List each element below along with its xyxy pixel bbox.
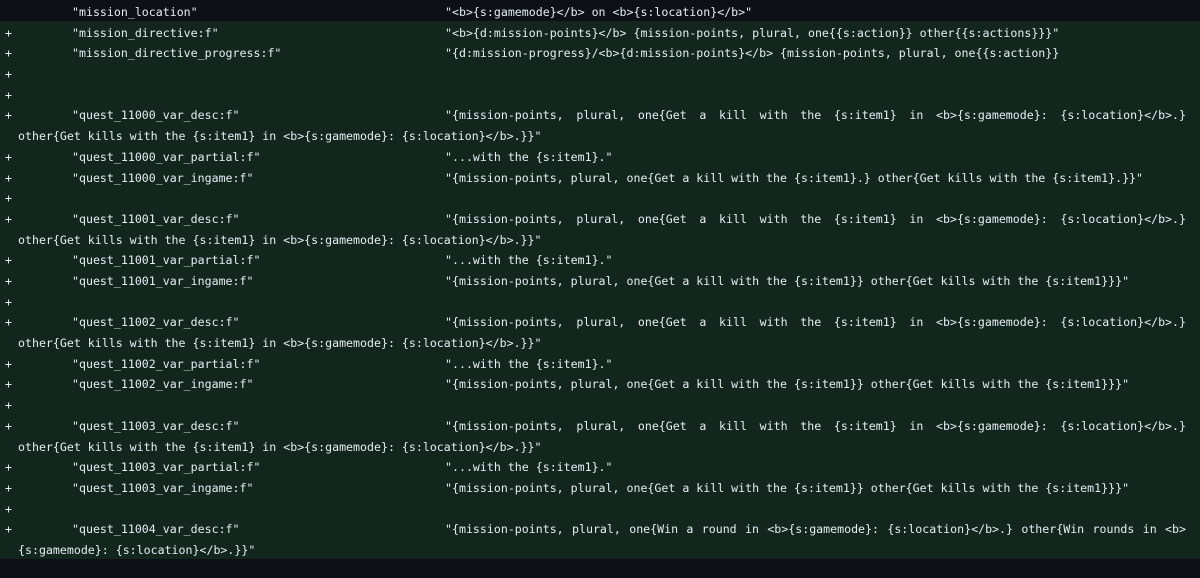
string-key: "quest_11002_var_desc:f" xyxy=(72,315,240,330)
string-value: "{mission-points, plural, one{Get a kill… xyxy=(445,170,1144,185)
diff-marker: + xyxy=(5,356,12,371)
diff-marker: + xyxy=(5,294,12,309)
diff-line-added: + "quest_11002_var_partial:f" "...with the… xyxy=(0,351,1200,375)
string-key: "quest_11001_var_ingame:f" xyxy=(72,273,254,288)
diff-line-content: "quest_11000_var_ingame:f" "{mission-poin… xyxy=(18,168,1186,189)
diff-marker: + xyxy=(5,211,12,226)
diff-line-added: + "quest_11002_var_ingame:f" "{mission-poi… xyxy=(0,372,1200,395)
diff-line-content: "quest_11004_var_desc:f" "{mission-points… xyxy=(18,519,1186,560)
string-key: "quest_11002_var_partial:f" xyxy=(72,356,261,371)
string-value: "<b>{d:mission-points}</b> {mission-poin… xyxy=(445,25,1060,40)
diff-line-content xyxy=(18,188,1186,209)
string-key: "quest_11002_var_ingame:f" xyxy=(72,377,254,392)
diff-line-content: "mission_location" "<b>{s:gamemode}</b> o… xyxy=(18,2,1186,23)
diff-line-added: + "quest_11001_var_partial:f" "...with the… xyxy=(0,248,1200,269)
string-key: "quest_11001_var_partial:f" xyxy=(72,253,261,268)
string-key: "quest_11003_var_ingame:f" xyxy=(72,480,254,495)
diff-marker: + xyxy=(5,149,12,164)
diff-line-added: + "quest_11002_var_desc:f" "{mission-point… xyxy=(0,310,1200,353)
diff-line-added: + "quest_11003_var_desc:f" "{mission-point… xyxy=(0,413,1200,457)
diff-line-context: "mission_location" "<b>{s:gamemode}</b> o… xyxy=(0,0,1200,21)
string-key: "quest_11000_var_desc:f" xyxy=(72,108,240,123)
string-key: "quest_11000_var_ingame:f" xyxy=(72,170,254,185)
string-key: "mission_location" xyxy=(72,5,198,19)
diff-marker: + xyxy=(5,108,12,123)
diff-line-content: "quest_11002_var_desc:f" "{mission-points… xyxy=(18,312,1186,353)
diff-marker: + xyxy=(5,522,12,537)
diff-marker: + xyxy=(5,191,12,206)
string-key: "mission_directive:f" xyxy=(72,25,219,40)
string-key: "quest_11003_var_desc:f" xyxy=(72,418,240,433)
diff-line-added: + xyxy=(0,289,1200,313)
diff-line-content xyxy=(18,499,1186,520)
diff-line-content: "quest_11001_var_partial:f" "...with the … xyxy=(18,250,1186,271)
diff-marker: + xyxy=(5,46,12,61)
string-value: "...with the {s:item1}." xyxy=(445,149,613,164)
diff-marker: + xyxy=(5,418,12,433)
diff-line-added: + xyxy=(0,186,1200,207)
diff-marker: + xyxy=(5,253,12,268)
diff-line-added: + "quest_11001_var_ingame:f" "{mission-poi… xyxy=(0,268,1200,292)
diff-marker: + xyxy=(5,460,12,475)
diff-line-added: + xyxy=(0,393,1200,414)
diff-line-added: + "quest_11000_var_desc:f" "{mission-point… xyxy=(0,103,1200,146)
diff-line-content: "mission_directive:f" "<b>{d:mission-poin… xyxy=(18,23,1186,44)
diff-line-added: + "quest_11004_var_desc:f" "{mission-point… xyxy=(0,517,1200,560)
string-key: "quest_11001_var_desc:f" xyxy=(72,211,240,226)
diff-line-added: + xyxy=(0,82,1200,106)
diff-line-added: + "quest_11003_var_ingame:f" "{mission-poi… xyxy=(0,475,1200,499)
diff-marker: + xyxy=(5,170,12,185)
diff-line-added: + xyxy=(0,496,1200,520)
string-key: "quest_11000_var_partial:f" xyxy=(72,149,261,164)
diff-marker: + xyxy=(5,315,12,330)
diff-line-content: "quest_11000_var_partial:f" "...with the … xyxy=(18,147,1186,168)
diff-line-added: + "quest_11000_var_ingame:f" "{mission-poi… xyxy=(0,165,1200,189)
string-value: "<b>{s:gamemode}</b> on <b>{s:location}<… xyxy=(445,5,753,19)
diff-marker: + xyxy=(5,480,12,495)
diff-line-content: "quest_11001_var_ingame:f" "{mission-poin… xyxy=(18,271,1186,292)
string-value: "...with the {s:item1}." xyxy=(445,460,613,475)
diff-line-content: "quest_11003_var_partial:f" "...with the … xyxy=(18,457,1186,478)
string-key: "mission_directive_progress:f" xyxy=(72,46,282,61)
diff-line-content xyxy=(18,395,1186,416)
diff-marker: + xyxy=(5,87,12,102)
diff-marker: + xyxy=(5,398,12,413)
diff-line-content xyxy=(18,64,1186,85)
diff-line-added: + "quest_11000_var_partial:f" "...with the… xyxy=(0,144,1200,168)
string-value: "{mission-points, plural, one{Get a kill… xyxy=(445,377,1130,392)
diff-marker: + xyxy=(5,377,12,392)
string-key: "quest_11004_var_desc:f" xyxy=(72,522,240,537)
diff-line-content: "quest_11001_var_desc:f" "{mission-points… xyxy=(18,209,1186,250)
diff-line-content: "quest_11002_var_ingame:f" "{mission-poin… xyxy=(18,374,1186,395)
diff-line-content: "quest_11000_var_desc:f" "{mission-points… xyxy=(18,105,1186,146)
diff-marker: + xyxy=(5,25,12,40)
diff-line-added: + "mission_directive_progress:f" "{d:missi… xyxy=(0,41,1200,81)
diff-marker: + xyxy=(5,67,12,82)
string-value: "{mission-points, plural, one{Get a kill… xyxy=(445,480,1130,495)
diff-line-added: + "quest_11001_var_desc:f" "{mission-point… xyxy=(0,206,1200,250)
string-value: "{mission-points, plural, one{Get a kill… xyxy=(445,273,1130,288)
string-value: "...with the {s:item1}." xyxy=(445,253,613,268)
string-key: "quest_11003_var_partial:f" xyxy=(72,460,261,475)
string-value: "...with the {s:item1}." xyxy=(445,356,613,371)
diff-line-content: "quest_11003_var_ingame:f" "{mission-poin… xyxy=(18,478,1186,499)
diff-line-content xyxy=(18,292,1186,313)
diff-line-content: "quest_11002_var_partial:f" "...with the … xyxy=(18,354,1186,375)
diff-marker: + xyxy=(5,273,12,288)
diff-line-content: "quest_11003_var_desc:f" "{mission-points… xyxy=(18,416,1186,457)
diff-marker: + xyxy=(5,501,12,516)
diff-line-added: + "mission_directive:f" "<b>{d:mission-poi… xyxy=(0,20,1200,44)
diff-line-added: + xyxy=(0,62,1200,83)
diff-view: "mission_location" "<b>{s:gamemode}</b> o… xyxy=(0,0,1200,578)
diff-line-added: + "quest_11003_var_partial:f" "...with the… xyxy=(0,455,1200,476)
diff-line-content xyxy=(18,85,1186,106)
